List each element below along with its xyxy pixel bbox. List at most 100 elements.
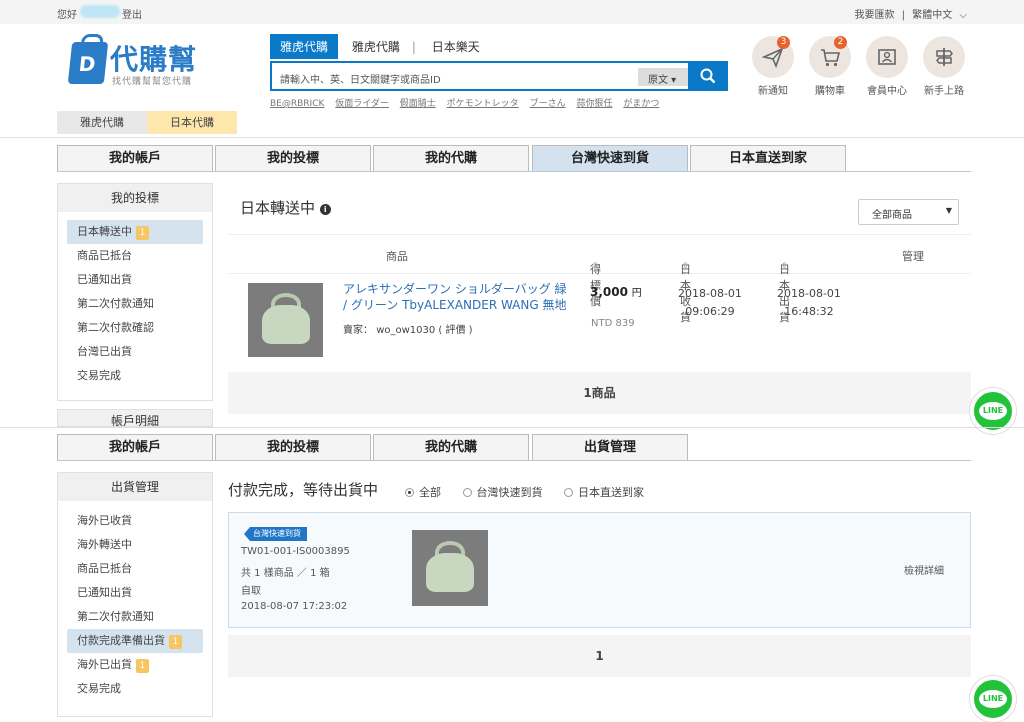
radio-all[interactable]: 全部 [405, 486, 441, 499]
tab-taiwan-express[interactable]: 台灣快速到貨 [532, 145, 688, 171]
sidebar-item[interactable]: 已通知出貨 [58, 268, 212, 292]
beginner-guide-button[interactable]: 新手上路 [914, 36, 974, 97]
page-number[interactable]: 1 [595, 649, 603, 663]
sidebar-title[interactable]: 帳戶明細 [58, 410, 212, 426]
tab-my-account[interactable]: 我的帳戶 [57, 145, 213, 171]
sidebar-item-paid-ready[interactable]: 付款完成準備出貨 1 [67, 629, 203, 653]
sidebar-item[interactable]: 第二次付款確認 [58, 316, 212, 340]
product-filter-select[interactable]: 全部商品 ▼ [858, 199, 959, 225]
col-manage: 管理 [902, 250, 924, 263]
site-logo[interactable]: D 代購幫 找代購幫幫您代購 [67, 38, 210, 90]
tab-yahoo[interactable]: 雅虎代購 [342, 34, 410, 59]
info-icon[interactable]: i [319, 204, 331, 215]
tab-my-bids[interactable]: 我的投標 [215, 145, 371, 171]
bid-price: 3,000 円 [590, 285, 642, 299]
count-badge: 1 [136, 226, 149, 240]
radio-japan-direct[interactable]: 日本直送到家 [564, 486, 644, 499]
chevron-down-icon: ⌵ [959, 10, 967, 21]
keyword-link[interactable]: がまかつ [623, 99, 659, 109]
sidebar-item[interactable]: 已通知出貨 [58, 581, 212, 605]
jp-received-datetime: 2018-08-01 09:06:29 [678, 287, 742, 318]
sidebar-item[interactable]: 交易完成 [58, 364, 212, 388]
member-center-label: 會員中心 [867, 86, 907, 97]
product-image[interactable] [412, 530, 488, 606]
member-center-button[interactable]: 會員中心 [857, 36, 917, 97]
keyword-link[interactable]: ブーさん [530, 99, 566, 109]
divider: | [901, 10, 906, 21]
tab-japan-service[interactable]: 日本代購 [147, 111, 237, 134]
tab-japan-direct[interactable]: 日本直送到家 [690, 145, 846, 171]
hot-keywords: BE@RBRICK 仮面ライダー 假面騎士 ポケモントレッタ ブーさん 蒜你狠任… [270, 96, 667, 109]
shipping-filter-radios: 全部 台灣快速到貨 日本直送到家 [405, 484, 644, 500]
cart-label: 購物車 [815, 86, 845, 97]
tab-shipping-management[interactable]: 出貨管理 [532, 434, 688, 460]
notifications-button[interactable]: 3 新通知 [743, 36, 803, 97]
tab-yahoo-service[interactable]: 雅虎代購 [57, 111, 147, 134]
section-title: 日本轉送中 i [240, 197, 331, 218]
tab-my-bids[interactable]: 我的投標 [215, 434, 371, 460]
product-name-link[interactable]: アレキサンダーワン ショルダーバッグ 緑 / グリーン TbyALEXANDER… [343, 281, 567, 313]
beginner-guide-label: 新手上路 [924, 86, 964, 97]
notification-badge: 3 [777, 36, 790, 49]
keyword-link[interactable]: BE@RBRICK [270, 99, 324, 109]
sidebar-title: 我的投標 [58, 184, 212, 212]
language-select[interactable]: 繁體中文 [912, 10, 952, 21]
logo-title: 代購幫 [110, 43, 198, 76]
signpost-icon [936, 48, 953, 66]
product-image[interactable] [248, 283, 323, 357]
keyword-link[interactable]: ポケモントレッタ [447, 99, 519, 109]
table-header: 商品 得標價 ⇕ 日本收貨 ⇕ 日本出貨 ⇕ 管理 [228, 234, 971, 324]
item-count: 1商品 [228, 372, 971, 414]
rating-link[interactable]: ( 評價 ) [438, 325, 472, 336]
tab-my-purchases[interactable]: 我的代購 [373, 434, 529, 460]
line-icon: LINE [979, 690, 1007, 708]
keyword-link[interactable]: 仮面ライダー [335, 99, 389, 109]
delivery-method: 自取 [241, 586, 261, 597]
sidebar-item[interactable]: 商品已抵台 [58, 244, 212, 268]
tab-my-account[interactable]: 我的帳戶 [57, 434, 213, 460]
sidebar-item[interactable]: 海外已收貨 [58, 509, 212, 533]
username-redacted [80, 5, 120, 18]
search-input[interactable]: 請輸入中、英、日文關鍵字或商品ID [280, 71, 441, 86]
cart-button[interactable]: 2 購物車 [800, 36, 860, 97]
bag-logo-icon: D [67, 42, 109, 84]
line-chat-button[interactable]: LINE [970, 676, 1016, 722]
remit-link[interactable]: 我要匯款 [854, 10, 894, 21]
order-id: TW01-001-IS0003895 [241, 546, 350, 557]
seller-info: 賣家： wo_ow1030 ( 評價 ) [343, 325, 473, 336]
tab-rakuten[interactable]: 日本樂天 [422, 34, 490, 59]
divider [57, 171, 971, 172]
price-ntd: NTD 839 [591, 318, 635, 329]
account-details-sidebar: 帳戶明細 [57, 409, 213, 427]
pagination: 1 [228, 635, 971, 677]
sidebar-item[interactable]: 第二次付款通知 [58, 605, 212, 629]
seller-link[interactable]: wo_ow1030 [376, 325, 435, 336]
sidebar-title: 出貨管理 [58, 473, 212, 501]
sidebar-item[interactable]: 商品已抵台 [58, 557, 212, 581]
greeting: 您好 [57, 10, 77, 21]
notifications-label: 新通知 [758, 86, 788, 97]
view-details-link[interactable]: 檢視詳細 [904, 562, 944, 577]
radio-taiwan-express[interactable]: 台灣快速到貨 [462, 486, 543, 499]
logout-link[interactable]: 登出 [122, 6, 142, 21]
keyword-link[interactable]: 假面騎士 [400, 99, 436, 109]
sidebar-item[interactable]: 交易完成 [58, 677, 212, 701]
tab-yahoo-active[interactable]: 雅虎代購 [270, 34, 339, 59]
sidebar-item[interactable]: 台灣已出貨 [58, 340, 212, 364]
search-lang-select[interactable]: 原文 ▾ [638, 68, 688, 86]
search-button[interactable] [688, 61, 728, 91]
cart-badge: 2 [834, 36, 847, 49]
section-title: 付款完成，等待出貨中 [228, 481, 379, 499]
tab-my-purchases[interactable]: 我的代購 [373, 145, 529, 171]
service-tabs: 雅虎代購 日本代購 [57, 111, 237, 134]
order-summary: 共 1 樣商品 ／ 1 箱 [241, 568, 330, 579]
paper-plane-icon [762, 47, 784, 68]
sidebar-item-overseas-shipped[interactable]: 海外已出貨 1 [58, 653, 212, 677]
sidebar-item[interactable]: 第二次付款通知 [58, 292, 212, 316]
sidebar-item-jp-transit[interactable]: 日本轉送中 1 [67, 220, 203, 244]
sidebar-item[interactable]: 海外轉送中 [58, 533, 212, 557]
logo-subtitle: 找代購幫幫您代購 [112, 77, 193, 87]
count-badge: 1 [136, 659, 149, 673]
chevron-down-icon: ▼ [945, 206, 952, 215]
keyword-link[interactable]: 蒜你狠任 [576, 99, 612, 109]
